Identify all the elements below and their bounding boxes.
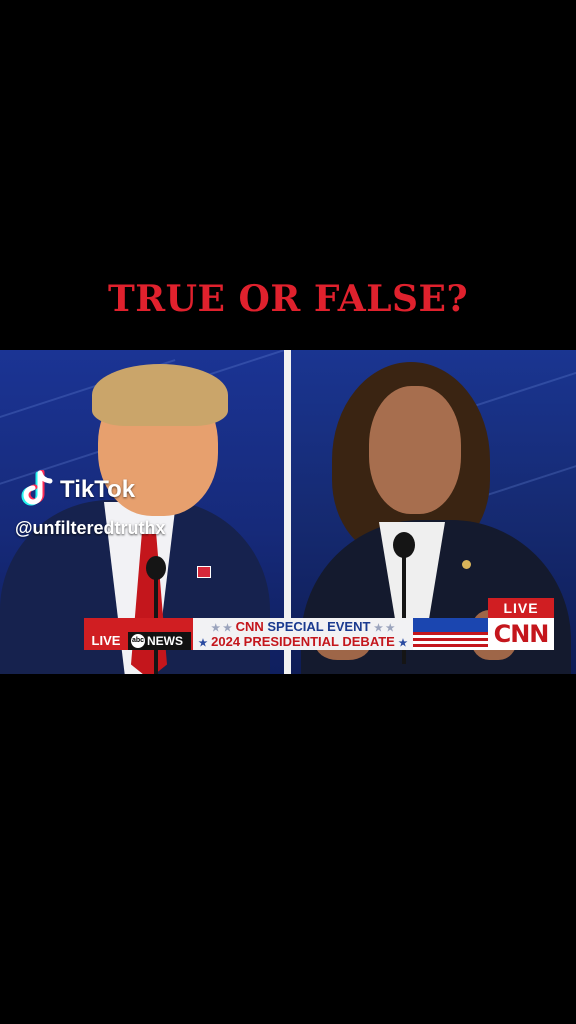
microphone-icon	[393, 532, 415, 558]
lower-third-accent	[84, 618, 194, 632]
headline-text: TRUE OR FALSE?	[107, 278, 469, 320]
tiktok-watermark: TikTok	[20, 470, 135, 510]
flag-stripes-graphic	[413, 618, 488, 650]
event-title-box: ★ ★ CNN SPECIAL EVENT ★ ★ ★ 2024 PRESIDE…	[193, 618, 413, 650]
creator-handle[interactable]: @unfilteredtruthx	[15, 518, 166, 539]
abc-logo-icon: abc	[131, 634, 145, 648]
live-badge: LIVE	[91, 633, 121, 648]
cnn-logo: CNN	[488, 618, 554, 650]
live-tag: LIVE	[488, 598, 554, 618]
flag-pin-icon	[197, 566, 211, 578]
tiktok-brand-label: TikTok	[60, 476, 136, 503]
lapel-pin-icon	[462, 560, 471, 569]
debate-title: 2024 PRESIDENTIAL DEBATE	[211, 634, 395, 649]
cnn-mini-logo: CNN	[235, 619, 264, 634]
tiktok-note-icon	[20, 470, 54, 510]
abc-news-logo: abc NEWS	[128, 632, 191, 650]
microphone-icon	[146, 556, 166, 580]
special-event-label: SPECIAL EVENT	[267, 619, 371, 634]
news-label: NEWS	[147, 634, 183, 648]
